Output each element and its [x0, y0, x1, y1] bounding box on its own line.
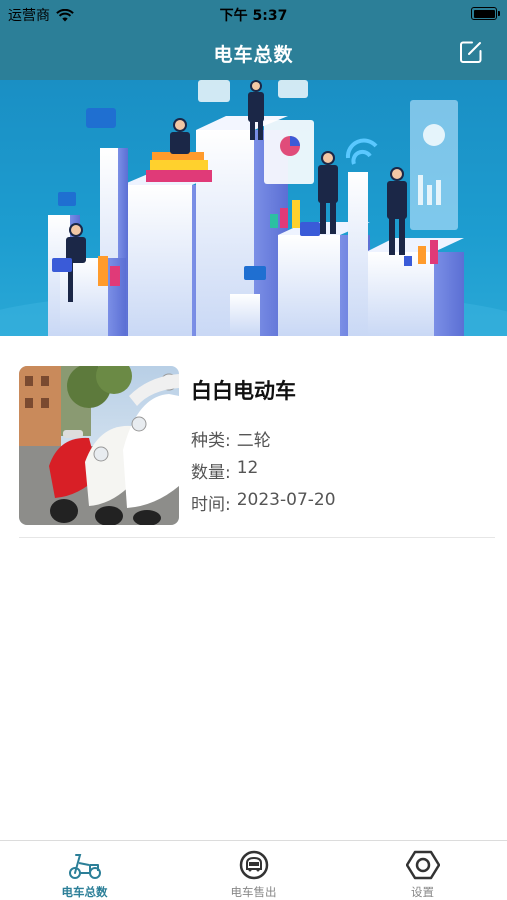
count-value: 12 — [236, 458, 259, 478]
tab-scooter-sold[interactable]: 电车售出 — [169, 841, 338, 900]
date-value: 2023-07-20 — [236, 490, 336, 510]
tab-scooter-total[interactable]: 电车总数 — [0, 841, 169, 900]
banner-image — [0, 80, 507, 336]
type-value: 二轮 — [236, 431, 271, 451]
type-label: 种类: — [191, 431, 231, 451]
header: 运营商 下午 5:37 电车总数 — [0, 0, 507, 80]
status-time: 下午 5:37 — [219, 8, 288, 24]
status-bar: 运营商 下午 5:37 — [0, 0, 507, 28]
list-item[interactable]: 白白电动车 种类: 二轮 数量: 12 时间: 2023-07-20 — [19, 366, 495, 538]
tab-scooter-sold-label: 电车售出 — [230, 885, 277, 899]
car-badge-icon — [239, 850, 268, 880]
tab-settings[interactable]: 设置 — [338, 841, 507, 900]
battery-icon — [471, 7, 500, 20]
scooter-icon — [68, 854, 101, 879]
scooter-photo — [19, 366, 179, 525]
count-label: 数量: — [191, 463, 231, 483]
hexagon-settings-icon — [405, 850, 440, 880]
item-count: 数量: 12 — [191, 458, 258, 483]
edit-icon[interactable] — [459, 40, 483, 64]
date-label: 时间: — [191, 495, 231, 515]
business-data-illustration — [0, 80, 507, 336]
item-date: 时间: 2023-07-20 — [191, 490, 336, 515]
tab-settings-label: 设置 — [411, 885, 434, 899]
tab-scooter-total-label: 电车总数 — [61, 885, 108, 899]
item-type: 种类: 二轮 — [191, 426, 271, 451]
page-title: 电车总数 — [213, 44, 294, 66]
item-title: 白白电动车 — [191, 379, 296, 403]
tab-bar: 电车总数 电车售出 设置 — [0, 840, 507, 900]
